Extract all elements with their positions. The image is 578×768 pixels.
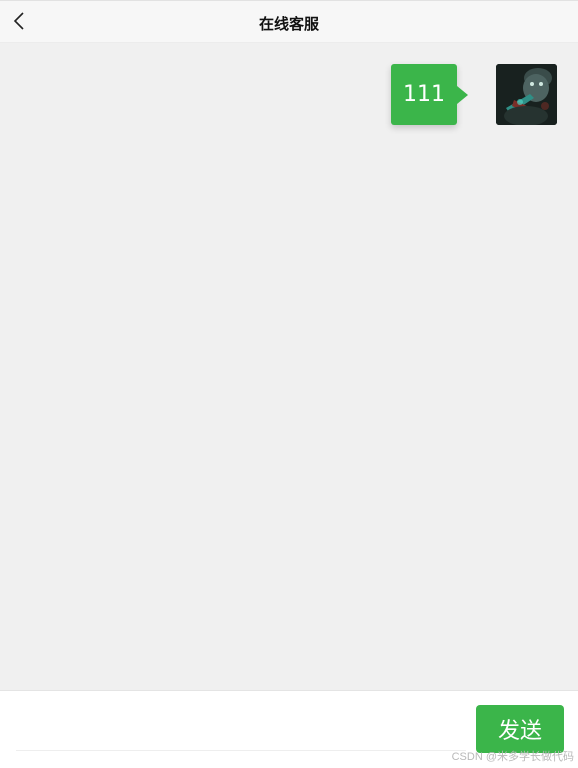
avatar[interactable]	[496, 64, 557, 125]
header-bar: 在线客服	[0, 0, 578, 43]
message-list[interactable]: 111	[0, 43, 578, 690]
message-bubble[interactable]: 111	[391, 64, 457, 125]
message-input[interactable]	[16, 699, 466, 751]
page-title: 在线客服	[258, 15, 319, 33]
send-button[interactable]: 发送	[476, 705, 564, 753]
watermark: CSDN @米多学长做代码	[451, 751, 574, 763]
chat-app: 在线客服 111 发送 CSDN @米多学长做代码	[0, 0, 578, 768]
message-bubble-tail	[457, 86, 468, 104]
avatar-image	[496, 64, 557, 125]
